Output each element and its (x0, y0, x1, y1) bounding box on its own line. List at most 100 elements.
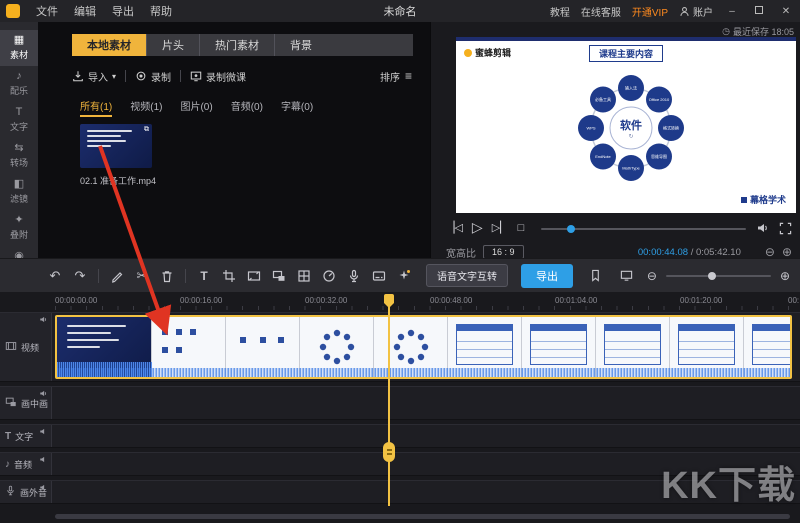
sidebar-item-filter[interactable]: ◧ 滤镜 (0, 174, 38, 210)
mute-track-icon[interactable] (39, 427, 48, 438)
tutorial-link[interactable]: 教程 (550, 4, 570, 19)
split-scissors-button[interactable]: ✂ (131, 265, 153, 287)
speed-button[interactable] (318, 265, 340, 287)
fit-timeline-button[interactable] (616, 265, 638, 287)
track-header-text: T 文字 (0, 425, 52, 447)
vip-button[interactable]: 开通VIP (632, 4, 668, 19)
mute-track-icon[interactable] (39, 483, 48, 494)
tab-background[interactable]: 背景 (274, 34, 327, 56)
timeline-zoom-slider[interactable] (666, 275, 771, 277)
diagram-node-label: EndNote (595, 154, 611, 159)
filter-image[interactable]: 图片(0) (180, 98, 212, 117)
video-preview: 蜜蜂剪辑 课程主要内容 输 (456, 37, 796, 213)
mute-track-icon[interactable] (39, 455, 48, 466)
track-label: 音频 (14, 458, 32, 471)
redo-button[interactable]: ↷ (69, 265, 91, 287)
next-frame-button[interactable]: ▷▏ (492, 221, 509, 234)
video-clip[interactable] (55, 315, 792, 379)
filter-all[interactable]: 所有(1) (80, 98, 112, 117)
sidebar-item-text[interactable]: T 文字 (0, 102, 38, 138)
playhead[interactable] (388, 294, 390, 506)
playhead-handle[interactable] (383, 442, 395, 462)
volume-icon[interactable] (756, 221, 770, 235)
previous-frame-button[interactable]: ▕◁ (446, 221, 463, 234)
menubar: 文件 编辑 导出 帮助 未命名 教程 在线客服 开通VIP 账户 – ✕ (0, 0, 800, 22)
support-link[interactable]: 在线客服 (581, 4, 621, 19)
tab-local-material[interactable]: 本地素材 (72, 34, 146, 56)
timeline-zoom-in-icon[interactable]: ⊕ (780, 269, 790, 283)
delete-button[interactable] (156, 265, 178, 287)
crop-button[interactable] (218, 265, 240, 287)
track-text[interactable]: T 文字 (0, 424, 800, 448)
undo-button[interactable]: ↶ (44, 265, 66, 287)
timeline-ruler[interactable]: 00:00:00.00 00:00:16.00 00:00:32.00 00:0… (0, 292, 800, 310)
canvas-ratio-button[interactable] (243, 265, 265, 287)
subtitle-button[interactable] (368, 265, 390, 287)
add-to-timeline-icon[interactable]: ⧉ (144, 126, 149, 134)
app-logo-icon (6, 4, 20, 18)
tab-intro[interactable]: 片头 (146, 34, 199, 56)
account-button[interactable]: 账户 (679, 4, 713, 19)
record-course-button[interactable]: 录制微课 (190, 69, 246, 84)
tab-hot-material[interactable]: 热门素材 (199, 34, 274, 56)
timeline-zoom-out-icon[interactable]: ⊖ (647, 269, 657, 283)
aspect-ratio-select[interactable]: 16 : 9 (483, 245, 524, 259)
material-icon: ▦ (14, 35, 24, 46)
divider (180, 70, 181, 82)
playhead-marker[interactable] (384, 294, 394, 303)
marker-button[interactable] (585, 265, 607, 287)
preview-zoom-out-icon[interactable]: ⊖ (765, 245, 775, 259)
voiceover-mic-button[interactable] (343, 265, 365, 287)
sidebar-label: 素材 (10, 48, 28, 61)
speech-to-text-button[interactable]: 语音文字互转 (426, 264, 508, 287)
menu-file[interactable]: 文件 (28, 3, 66, 19)
timeline-scrollbar[interactable] (55, 514, 790, 519)
filter-video[interactable]: 视频(1) (130, 98, 162, 117)
menu-export[interactable]: 导出 (104, 3, 142, 19)
export-button[interactable]: 导出 (521, 264, 573, 288)
thumb-text-line (87, 145, 111, 147)
mute-track-icon[interactable] (39, 389, 48, 400)
track-video[interactable]: 视频 (0, 312, 800, 382)
preview-panel: ◷ 最近保存 18:05 蜜蜂剪辑 课程主要内容 (430, 22, 800, 258)
sidebar-label: 转场 (10, 156, 28, 169)
track-header-audio: ♪ 音频 (0, 453, 52, 475)
menu-help[interactable]: 帮助 (142, 3, 180, 19)
mute-track-icon[interactable] (39, 315, 48, 326)
mosaic-button[interactable] (293, 265, 315, 287)
edit-pen-button[interactable] (106, 265, 128, 287)
preview-zoom-in-icon[interactable]: ⊕ (782, 245, 792, 259)
sort-label: 排序 (380, 69, 400, 84)
ai-magic-button[interactable] (393, 265, 415, 287)
sort-button[interactable]: 排序 ≡ (380, 66, 412, 86)
seek-knob[interactable] (567, 225, 575, 233)
timeline-zoom-knob[interactable] (708, 272, 716, 280)
import-button[interactable]: 导入 ▾ (72, 69, 116, 84)
media-item-thumbnail[interactable]: ⧉ (80, 124, 152, 168)
track-audio[interactable]: ♪ 音频 (0, 452, 800, 476)
sidebar-item-overlay[interactable]: ✦ 叠附 (0, 210, 38, 246)
track-pip[interactable]: 画中画 (0, 386, 800, 420)
sidebar-item-music[interactable]: ♪ 配乐 (0, 66, 38, 102)
fullscreen-icon[interactable] (779, 222, 792, 235)
sidebar-item-material[interactable]: ▦ 素材 (0, 30, 38, 66)
filter-subtitle[interactable]: 字幕(0) (281, 98, 313, 117)
ruler-label: 00:00:00.00 (55, 296, 97, 305)
play-button[interactable]: ▷ (472, 219, 483, 236)
filter-audio[interactable]: 音频(0) (231, 98, 263, 117)
track-voiceover[interactable]: 画外音 (0, 480, 800, 504)
track-label: 文字 (15, 430, 33, 443)
overlay-icon: ✦ (14, 215, 23, 226)
seek-slider[interactable] (541, 228, 746, 230)
sidebar-item-transition[interactable]: ⇆ 转场 (0, 138, 38, 174)
stop-button[interactable]: □ (518, 222, 525, 234)
minimize-button[interactable]: – (724, 6, 740, 17)
filter-icon: ◧ (14, 179, 24, 190)
text-tool-button[interactable]: T (193, 265, 215, 287)
maximize-button[interactable] (751, 6, 767, 17)
record-button[interactable]: 录制 (135, 69, 171, 84)
close-button[interactable]: ✕ (778, 6, 794, 17)
menu-edit[interactable]: 编辑 (66, 3, 104, 19)
pip-button[interactable] (268, 265, 290, 287)
diagram-node-label: 格式转换 (663, 125, 679, 131)
